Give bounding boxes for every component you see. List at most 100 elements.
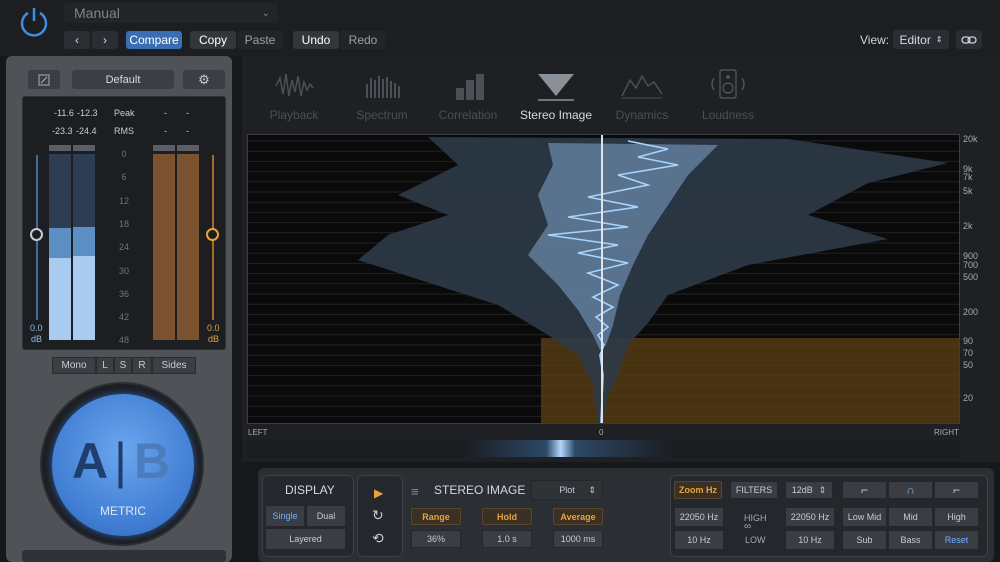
meter-clip-left [49,145,71,151]
tab-playback[interactable]: Playback [254,66,334,122]
view-value: Editor [899,32,931,47]
hold-value[interactable]: 1.0 s [482,530,532,548]
single-button[interactable]: Single [265,505,305,527]
highpass-shape-button[interactable]: ⌐ [842,481,887,499]
updown-icon: ⇕ [935,35,943,44]
tab-bar: Playback Spectrum Correlation Stereo Ima… [242,56,1000,130]
layered-button[interactable]: Layered [265,528,346,550]
highpass-icon: ⌐ [860,483,868,497]
frequency-tick: 20 [963,393,974,403]
compare-button[interactable]: Compare [126,31,182,49]
view-label: View: [860,33,890,47]
expand-button[interactable] [28,70,60,89]
play-icon[interactable]: ▶ [374,486,383,500]
meter-preset-button[interactable]: Default [72,70,174,89]
reset-button[interactable]: Reset [934,530,979,550]
input-gain-knob[interactable] [30,228,43,241]
high-freq-right[interactable]: 22050 Hz [785,507,835,527]
zoom-hz-button[interactable]: Zoom Hz [674,481,722,499]
tab-stereo-image[interactable]: Stereo Image [516,66,596,122]
range-button[interactable]: Range [411,508,461,525]
db-scale-tick: 48 [118,335,129,346]
menu-icon[interactable]: ≡ [411,484,419,499]
low-freq-right[interactable]: 10 Hz [785,530,835,550]
omtr-clip-left [153,145,175,151]
high-freq-left[interactable]: 22050 Hz [674,507,724,527]
sub-button[interactable]: Sub [842,530,887,550]
tab-loudness[interactable]: Loudness [688,66,768,122]
undo-button[interactable]: Undo [293,31,339,49]
meter-peak-right [73,256,95,340]
frequency-tick: 700 [963,260,979,270]
speaker-icon [711,69,745,99]
tab-label: Loudness [701,108,755,122]
nav-forward-button[interactable]: › [92,31,118,49]
dynamics-icon [621,74,663,99]
mid-button[interactable]: Mid [888,507,933,527]
link-freq-icon[interactable]: ∞ [744,521,751,532]
redo-button[interactable]: Redo [340,31,386,49]
bandpass-shape-button[interactable]: ∩ [888,481,933,499]
mono-button[interactable]: Mono [52,357,96,374]
rms-label: RMS [114,126,134,136]
tab-label: Stereo Image [519,108,593,122]
ab-brand-label: METRIC [100,504,146,518]
ab-button[interactable]: A | B METRIC [52,394,194,536]
copy-button[interactable]: Copy [190,31,236,49]
tab-label: Playback [269,108,319,122]
lowpass-icon: ⌐ [952,483,960,497]
db-scale-tick: 6 [121,172,127,183]
range-value[interactable]: 36% [411,530,461,548]
reference-meter-right [177,154,199,340]
left-button[interactable]: L [96,357,114,374]
average-value[interactable]: 1000 ms [553,530,603,548]
ab-b-letter: B [134,433,171,489]
low-freq-left[interactable]: 10 Hz [674,530,724,550]
link-button[interactable] [956,30,982,49]
frequency-tick: 70 [963,348,974,358]
right-button[interactable]: R [132,357,152,374]
peak-label: Peak [114,108,135,118]
stereo-image-icon [538,74,574,101]
dual-button[interactable]: Dual [306,505,346,527]
chevron-left-icon: ‹ [75,33,79,47]
display-label: DISPLAY [285,483,335,497]
preset-dropdown[interactable]: Manual ⌄ [64,3,278,23]
refresh-icon[interactable]: ↻ [372,507,384,524]
hold-button[interactable]: Hold [482,508,532,525]
lowpass-shape-button[interactable]: ⌐ [934,481,979,499]
tab-spectrum[interactable]: Spectrum [342,66,422,122]
balance-bar [247,440,960,457]
high-button[interactable]: High [934,507,979,527]
reference-meter-left [153,154,175,340]
bass-button[interactable]: Bass [888,530,933,550]
ab-separator: | [114,433,127,489]
tab-correlation[interactable]: Correlation [428,66,508,122]
input-gain-value: 0.0 [30,323,43,333]
paste-button[interactable]: Paste [237,31,283,49]
loop-icon[interactable]: ⟲ [372,530,384,547]
tab-dynamics[interactable]: Dynamics [602,66,682,122]
meter-clip-right [73,145,95,151]
average-button[interactable]: Average [553,508,603,525]
slope-dropdown[interactable]: 12dB ⇕ [785,481,833,499]
plot-dropdown[interactable]: Plot ⇕ [531,480,603,500]
output-gain-knob[interactable] [206,228,219,241]
power-icon[interactable] [18,6,50,38]
correlation-icon [456,74,484,100]
nav-back-button[interactable]: ‹ [64,31,90,49]
bandpass-icon: ∩ [906,483,915,497]
input-gain-unit: dB [31,334,43,344]
plot-value: Plot [559,485,575,495]
side-button[interactable]: S [114,357,132,374]
slope-value: 12dB [791,485,813,495]
sides-button[interactable]: Sides [152,357,196,374]
frequency-tick: 90 [963,336,974,346]
low-mid-button[interactable]: Low Mid [842,507,887,527]
view-dropdown[interactable]: Editor ⇕ [893,30,949,49]
spectrum-icon [366,76,400,98]
peak-left: -11.6 [54,108,74,118]
settings-button[interactable]: ⚙ [183,70,225,89]
filters-button[interactable]: FILTERS [730,481,778,499]
meter-peak-left [49,258,71,340]
